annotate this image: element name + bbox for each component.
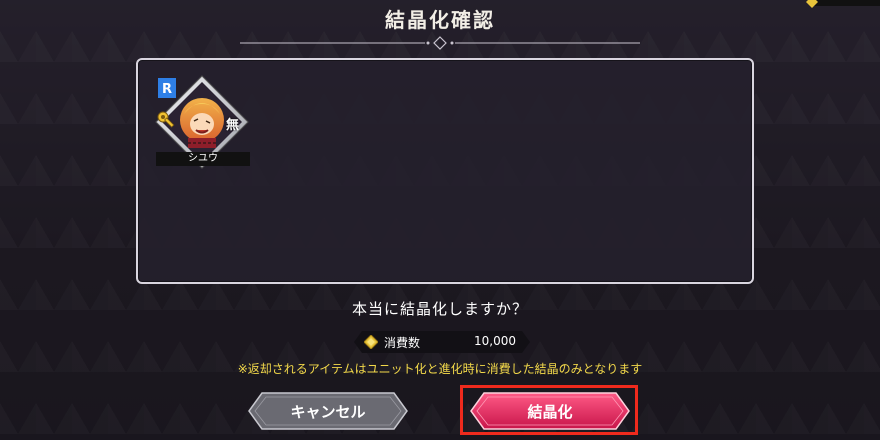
unit-list-panel: R 無: [136, 58, 754, 284]
element-label: 無: [226, 118, 240, 133]
key-icon: [157, 111, 175, 128]
crystallize-button-label: 結晶化: [527, 402, 573, 421]
cancel-button-label: キャンセル: [290, 402, 366, 421]
crystal-coin-icon: [364, 335, 378, 349]
dialog-title: 結晶化確認: [385, 8, 495, 32]
return-items-note: ※返却されるアイテムはユニット化と進化時に消費した結晶のみとなります: [237, 362, 643, 376]
cost-value: 10,000: [474, 334, 516, 348]
cost-display: 消費数 10,000: [354, 331, 530, 353]
unit-name-label: シユウ: [156, 152, 250, 166]
svg-text:R: R: [162, 82, 172, 97]
cost-label: 消費数: [384, 336, 421, 350]
rarity-badge-icon: R: [158, 78, 176, 98]
confirmation-question: 本当に結晶化しますか？: [351, 300, 528, 318]
title-ornament-divider: [240, 36, 640, 50]
cancel-button[interactable]: キャンセル: [248, 392, 408, 430]
crystallize-button[interactable]: 結晶化: [470, 392, 630, 430]
